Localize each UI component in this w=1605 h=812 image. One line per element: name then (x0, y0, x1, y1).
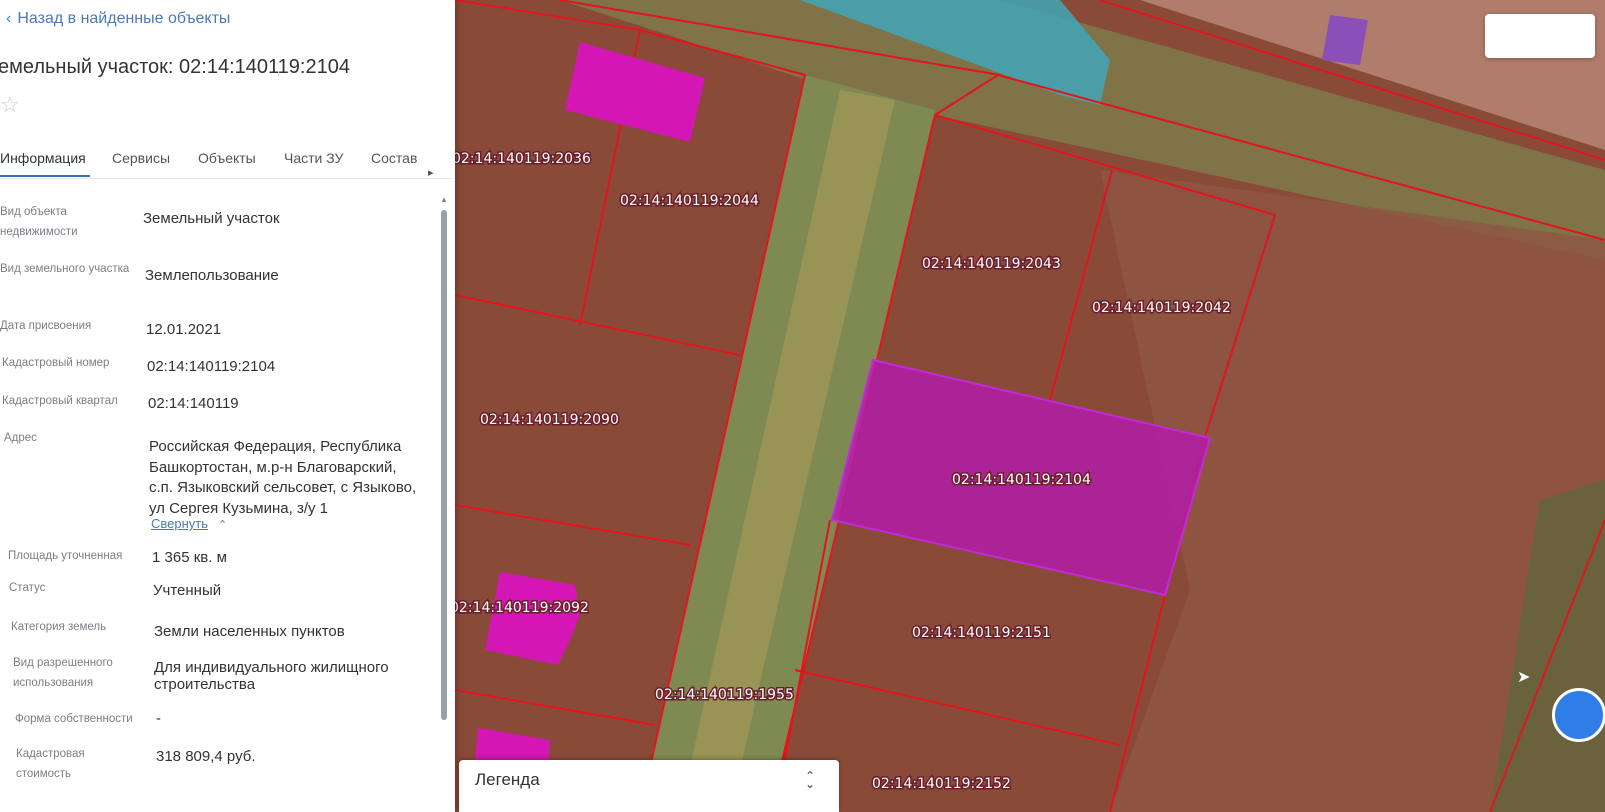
label-cadastral-quarter: Кадастровый квартал (2, 395, 118, 407)
parcel-label-2152[interactable]: 02:14:140119:2152 (871, 775, 1013, 794)
parcel-label-2151[interactable]: 02:14:140119:2151 (911, 624, 1053, 643)
building (1322, 15, 1368, 65)
parcel-label-2104[interactable]: 02:14:140119:2104 (951, 471, 1093, 490)
label-assign-date: Дата присвоения (0, 320, 92, 332)
parcel-label-2092[interactable]: 02:14:140119:2092 (449, 599, 591, 618)
value-land-category: Земли населенных пунктов (154, 623, 345, 640)
tab-objects[interactable]: Объекты (198, 150, 256, 166)
chevron-up-icon: ⌃ (218, 519, 228, 531)
tab-information[interactable]: Информация (0, 150, 86, 166)
value-area: 1 365 кв. м (152, 549, 227, 566)
active-tab-indicator (0, 175, 90, 177)
collapse-link-text: Свернуть (151, 516, 209, 531)
value-cadastral-quarter: 02:14:140119 (148, 395, 239, 412)
label-status: Статус (9, 582, 46, 594)
label-cadastral-number: Кадастровый номер (2, 357, 110, 369)
scrollbar-thumb[interactable] (441, 210, 447, 720)
tab-bar: Информация Сервисы Объекты Части ЗУ Сост… (0, 140, 452, 179)
label-permitted-use: Вид разрешенного использования (13, 657, 113, 689)
mouse-cursor-icon: ➤ (1517, 669, 1531, 686)
back-link[interactable]: ‹ Назад в найденные объекты (6, 10, 230, 28)
page-title: емельный участок: 02:14:140119:2104 (0, 56, 350, 78)
value-cadastral-value: 318 809,4 руб. (156, 748, 256, 765)
label-parcel-type: Вид земельного участка (0, 263, 130, 275)
legend-label: Легенда (475, 770, 540, 789)
location-button[interactable] (1552, 688, 1605, 742)
label-cadastral-value: Кадастровая стоимость (16, 748, 85, 780)
label-land-category: Категория земель (11, 621, 107, 633)
parcel-label-2036[interactable]: 02:14:140119:2036 (451, 150, 593, 169)
value-permitted-use: Для индивидуального жилищного строительс… (154, 659, 389, 693)
parcel-label-2042[interactable]: 02:14:140119:2042 (1091, 299, 1233, 318)
info-panel: ‹ Назад в найденные объекты емельный учас… (0, 0, 455, 812)
tab-scroll-right-icon[interactable]: ▸ (428, 166, 434, 179)
collapse-link[interactable]: Свернуть ⌃ (151, 516, 227, 531)
back-link-text: Назад в найденные объекты (17, 10, 231, 27)
value-status: Учтенный (153, 582, 222, 599)
favorite-star-icon[interactable]: ☆ (0, 92, 20, 118)
tab-parts[interactable]: Части ЗУ (284, 150, 343, 166)
label-area: Площадь уточненная (8, 550, 123, 562)
label-ownership: Форма собственности (15, 713, 133, 725)
tab-composition[interactable]: Состав (371, 150, 417, 166)
value-parcel-type: Землепользование (145, 267, 279, 284)
expand-toggle-icon[interactable]: ⌃ ⌄ (805, 770, 815, 790)
value-assign-date: 12.01.2021 (146, 321, 222, 338)
value-ownership: - (156, 710, 161, 727)
parcel-label-2090[interactable]: 02:14:140119:2090 (479, 411, 621, 430)
tab-services[interactable]: Сервисы (112, 150, 170, 166)
legend-panel[interactable]: Легенда ⌃ ⌄ (459, 760, 839, 812)
parcel-label-2044[interactable]: 02:14:140119:2044 (619, 192, 761, 211)
map-search-box[interactable] (1485, 14, 1595, 58)
value-address: Российская Федерация, Республика Башкорт… (149, 438, 417, 517)
scroll-up-icon[interactable]: ▲ (440, 195, 448, 204)
chevron-left-icon: ‹ (6, 10, 12, 27)
parcel-label-2043[interactable]: 02:14:140119:2043 (921, 255, 1063, 274)
value-object-type: Земельный участок (143, 210, 280, 227)
label-address: Адрес (4, 432, 37, 444)
value-cadastral-number: 02:14:140119:2104 (147, 358, 276, 375)
label-object-type: Вид объекта недвижимости (0, 206, 78, 238)
parcel-label-1955[interactable]: 02:14:140119:1955 (654, 686, 796, 705)
